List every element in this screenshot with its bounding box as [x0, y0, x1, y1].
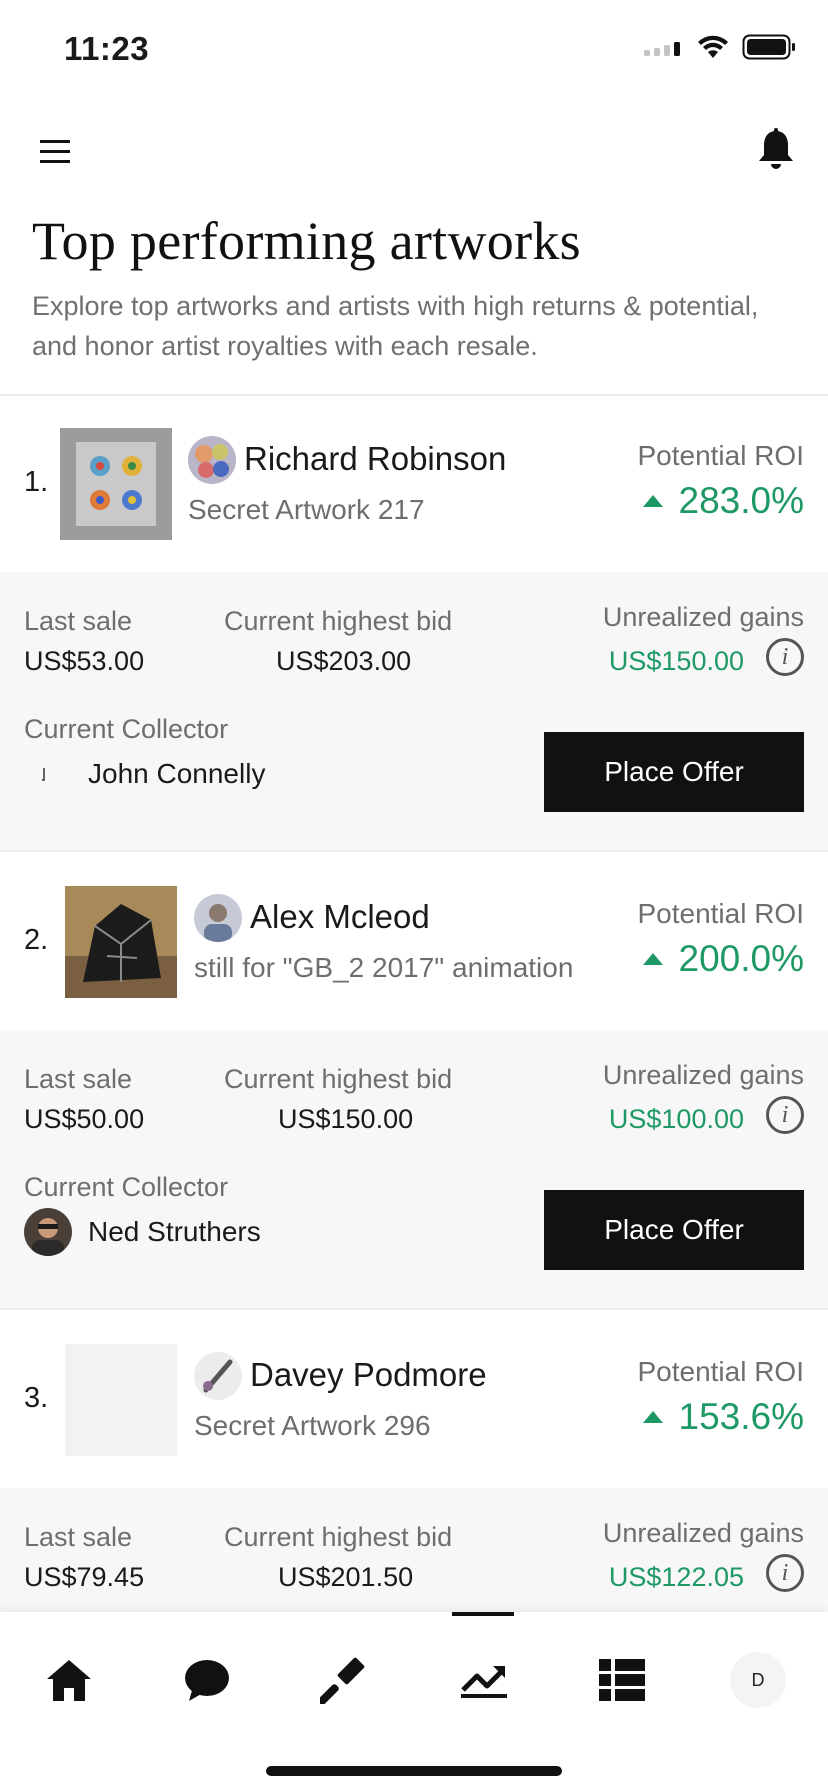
notifications-button[interactable]: [752, 128, 800, 176]
gavel-icon: [320, 1657, 365, 1704]
arrow-up-icon: [642, 495, 663, 507]
current-collector-label: Current Collector: [24, 714, 229, 744]
app-header: [0, 120, 828, 184]
wifi-icon: [698, 35, 728, 58]
nav-trending[interactable]: [454, 1650, 514, 1710]
highest-bid-label: Current highest bid: [224, 606, 453, 636]
potential-roi-label: Potential ROI: [637, 1356, 804, 1387]
trending-icon: [461, 1666, 507, 1698]
current-collector-label: Current Collector: [24, 1172, 229, 1202]
home-icon: [47, 1660, 91, 1701]
info-icon[interactable]: i: [766, 638, 804, 676]
nav-collection[interactable]: [592, 1650, 652, 1710]
collector-name[interactable]: Ned Struthers: [88, 1216, 261, 1248]
artwork-title[interactable]: Secret Artwork 296: [194, 1410, 431, 1442]
collector-name[interactable]: John Connelly: [88, 758, 265, 790]
bottom-nav: D: [0, 1612, 828, 1792]
potential-roi-value: 283.0%: [642, 480, 805, 522]
unrealized-gains-value: US$122.05: [608, 1562, 744, 1592]
artwork-thumbnail[interactable]: [65, 1344, 177, 1456]
nav-auctions[interactable]: [315, 1650, 375, 1710]
nav-home[interactable]: [39, 1650, 99, 1710]
collector-avatar[interactable]: [24, 1208, 72, 1256]
info-icon[interactable]: i: [766, 1096, 804, 1134]
unrealized-gains-value: US$100.00: [608, 1104, 744, 1134]
last-sale-label: Last sale: [24, 1522, 133, 1552]
chat-icon: [185, 1660, 229, 1701]
highest-bid-value: US$201.50: [278, 1562, 414, 1592]
artwork-card-details: Last sale US$53.00 Current highest bid U…: [0, 572, 828, 852]
artwork-card-header[interactable]: 3. Davey Podmore Secret Artwork 296 Pote…: [0, 1312, 828, 1488]
page-subtitle: Explore top artworks and artists with hi…: [32, 291, 759, 361]
status-bar: 11:23: [0, 0, 828, 100]
nav-messages[interactable]: [177, 1650, 237, 1710]
divider: [0, 1308, 828, 1310]
artwork-thumbnail[interactable]: [60, 428, 172, 540]
artwork-card: 2. Alex Mcleod still for "GB_2 2017" ani…: [0, 854, 828, 1310]
divider: [0, 850, 828, 852]
arrow-up-icon: [642, 953, 663, 965]
unrealized-gains-label: Unrealized gains: [602, 1060, 804, 1090]
highest-bid-value: US$203.00: [276, 646, 412, 676]
cellular-signal-icon: [644, 42, 680, 56]
page-title: Top performing artworks: [32, 211, 581, 271]
bell-icon: [759, 128, 793, 169]
last-sale-value: US$50.00: [24, 1104, 145, 1134]
artist-name[interactable]: Davey Podmore: [250, 1356, 487, 1394]
highest-bid-value: US$150.00: [278, 1104, 414, 1134]
artwork-card-details: Last sale US$50.00 Current highest bid U…: [0, 1030, 828, 1310]
highest-bid-label: Current highest bid: [224, 1064, 453, 1094]
artwork-card-header[interactable]: 1. Richard Robinson Secret Artwork 217 P…: [0, 396, 828, 572]
artwork-title[interactable]: Secret Artwork 217: [188, 494, 425, 526]
status-icons: [644, 34, 796, 60]
artwork-thumbnail[interactable]: [65, 886, 177, 998]
rank-number: 2.: [24, 924, 49, 956]
potential-roi-value: 200.0%: [642, 938, 805, 980]
list-icon: [599, 1659, 645, 1701]
nav-profile[interactable]: D: [728, 1650, 788, 1710]
unrealized-gains-label: Unrealized gains: [602, 602, 804, 632]
place-offer-button[interactable]: Place Offer: [544, 1190, 804, 1270]
artist-name[interactable]: Alex Mcleod: [250, 898, 430, 936]
hamburger-menu-icon: [40, 140, 70, 163]
menu-button[interactable]: [32, 134, 80, 174]
info-icon[interactable]: i: [766, 1554, 804, 1592]
artist-avatar[interactable]: [194, 894, 242, 942]
artist-avatar[interactable]: [194, 1352, 242, 1400]
rank-number: 1.: [24, 466, 49, 498]
unrealized-gains-value: US$150.00: [608, 646, 744, 676]
home-indicator[interactable]: [266, 1766, 562, 1776]
place-offer-button[interactable]: Place Offer: [544, 732, 804, 812]
last-sale-label: Last sale: [24, 1064, 133, 1094]
artwork-title[interactable]: still for "GB_2 2017" animation: [194, 952, 573, 984]
nav-active-indicator: [452, 1612, 514, 1616]
potential-roi-value: 153.6%: [642, 1396, 805, 1438]
artist-avatar[interactable]: [188, 436, 236, 484]
battery-icon: [742, 34, 795, 60]
roi-percent: 200.0%: [678, 938, 805, 979]
unrealized-gains-label: Unrealized gains: [602, 1518, 804, 1548]
rank-number: 3.: [24, 1382, 49, 1414]
last-sale-value: US$79.45: [24, 1562, 145, 1592]
last-sale-value: US$53.00: [24, 646, 145, 676]
status-time: 11:23: [64, 30, 150, 67]
roi-percent: 283.0%: [678, 480, 805, 521]
potential-roi-label: Potential ROI: [637, 898, 804, 929]
highest-bid-label: Current highest bid: [224, 1522, 453, 1552]
potential-roi-label: Potential ROI: [637, 440, 804, 471]
artwork-card-header[interactable]: 2. Alex Mcleod still for "GB_2 2017" ani…: [0, 854, 828, 1030]
profile-avatar: D: [730, 1652, 786, 1708]
collector-avatar[interactable]: [24, 750, 72, 798]
artwork-card: 1. Richard Robinson Secret Artwork 217 P…: [0, 396, 828, 852]
arrow-up-icon: [642, 1411, 663, 1423]
last-sale-label: Last sale: [24, 606, 133, 636]
artist-name[interactable]: Richard Robinson: [244, 440, 506, 478]
roi-percent: 153.6%: [678, 1396, 805, 1437]
